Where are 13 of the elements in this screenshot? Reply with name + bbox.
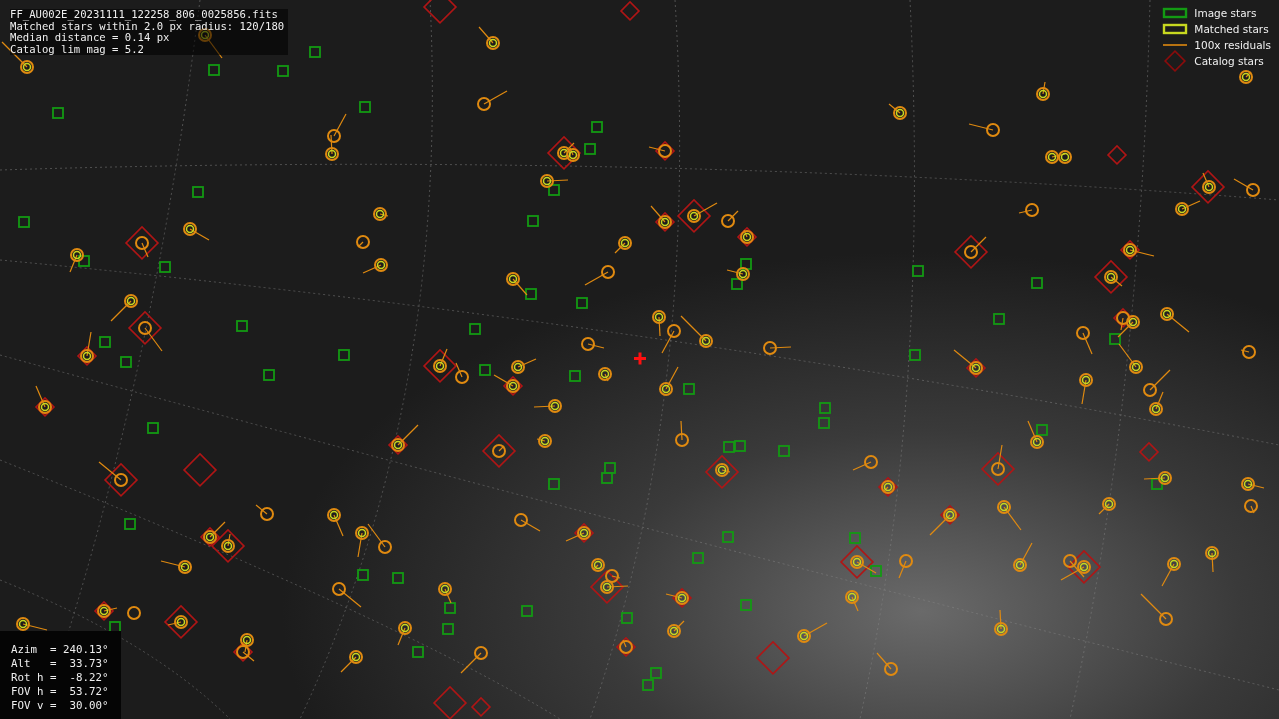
legend-label: Catalog stars xyxy=(1194,55,1264,67)
pointing-text: Rot h = -8.22° xyxy=(11,671,110,685)
info-text: FF_AU002E_20231111_122258_806_0025856.fits xyxy=(10,9,279,21)
pointing-text: Azim = 240.13° xyxy=(11,643,110,657)
pointing-text: Alt = 33.73° xyxy=(11,657,110,671)
info-text: Catalog lim mag = 5.2 xyxy=(10,43,145,55)
legend-label: Matched stars xyxy=(1194,23,1269,35)
info-text: Median distance = 0.14 px xyxy=(10,32,170,44)
info-text: Matched stars within 2.0 px radius: 120/180 xyxy=(10,20,285,32)
pointing-text: FOV v = 30.00° xyxy=(11,699,110,713)
pointing-text: FOV h = 53.72° xyxy=(11,685,110,699)
legend-label: 100x residuals xyxy=(1194,39,1271,51)
legend-label: Image stars xyxy=(1194,7,1257,19)
